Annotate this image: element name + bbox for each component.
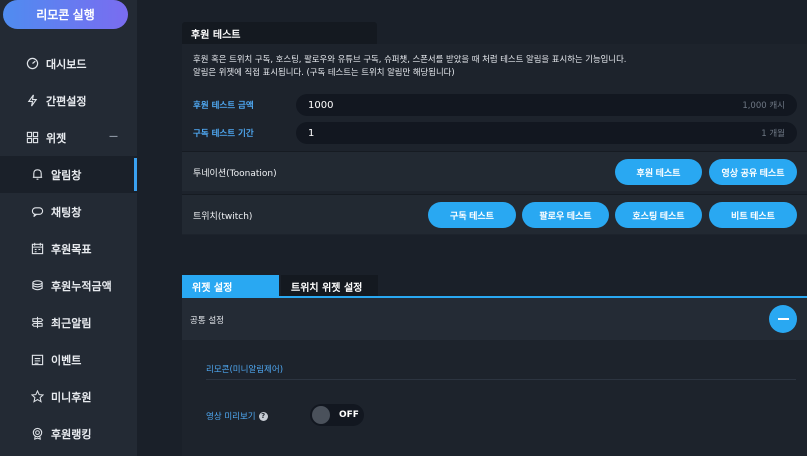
donation-test-panel: 후원 혹은 트위치 구독, 호스팅, 팔로우와 유튜브 구독, 슈퍼챗, 스폰서… <box>182 44 807 235</box>
subscribe-test-button[interactable]: 구독 테스트 <box>428 202 516 228</box>
sidebar-item-label: 알림창 <box>51 168 82 182</box>
toonation-row: 투네이션(Toonation) 후원 테스트 영상 공유 테스트 <box>182 151 807 191</box>
signpost-icon <box>30 316 44 330</box>
medal-icon <box>30 427 44 441</box>
sidebar-item-label: 후원목표 <box>51 242 92 256</box>
video-preview-label-text: 영상 미리보기 <box>206 412 256 422</box>
description-line-2: 알림은 위젯에 직접 표시됩니다. (구독 테스트는 트위치 알림만 해당됩니다… <box>193 67 455 77</box>
period-row: 구독 테스트 기간 1 1 개월 <box>182 119 807 147</box>
donation-test-description: 후원 혹은 트위치 구독, 호스팅, 팔로우와 유튜브 구독, 슈퍼챗, 스폰서… <box>193 53 626 79</box>
period-value[interactable]: 1 <box>308 128 761 139</box>
sidebar-item-label: 최근알림 <box>51 316 92 330</box>
sidebar-item-label: 미니후원 <box>51 390 92 404</box>
sidebar-item-label: 후원누적금액 <box>51 279 112 293</box>
sidebar-item-label: 대시보드 <box>46 57 87 71</box>
video-preview-label: 영상 미리보기 ? <box>206 410 268 422</box>
common-settings-header[interactable]: 공통 설정 <box>182 298 807 340</box>
amount-input[interactable]: 1000 1,000 캐시 <box>296 94 797 116</box>
sidebar-item-donation-goal[interactable]: 후원목표 <box>0 230 137 267</box>
bits-test-button[interactable]: 비트 테스트 <box>709 202 797 228</box>
video-share-test-button[interactable]: 영상 공유 테스트 <box>709 159 797 185</box>
donation-test-title: 후원 테스트 <box>182 22 377 44</box>
dashboard-icon <box>25 57 39 71</box>
period-label: 구독 테스트 기간 <box>193 129 254 139</box>
description-line-1: 후원 혹은 트위치 구독, 호스팅, 팔로우와 유튜브 구독, 슈퍼챗, 스폰서… <box>193 54 627 64</box>
sidebar-item-donation-ranking[interactable]: 후원랭킹 <box>0 415 137 452</box>
sidebar-item-mini-donation[interactable]: 미니후원 <box>0 378 137 415</box>
video-preview-toggle[interactable]: OFF <box>310 404 364 426</box>
sidebar-item-label: 채팅창 <box>51 205 82 219</box>
main-content: 후원 테스트 후원 혹은 트위치 구독, 호스팅, 팔로우와 유튜브 구독, 슈… <box>137 0 807 456</box>
help-icon[interactable]: ? <box>258 411 268 421</box>
sidebar-item-label: 이벤트 <box>51 353 82 367</box>
star-icon <box>30 390 44 404</box>
collapse-icon[interactable]: — <box>109 132 118 142</box>
sidebar-item-donation-total[interactable]: 후원누적금액 <box>0 267 137 304</box>
bell-icon <box>30 168 44 182</box>
sidebar-item-event[interactable]: 이벤트 <box>0 341 137 378</box>
amount-unit: 1,000 캐시 <box>742 101 785 111</box>
remote-subsection-title: 리모콘(미니알림제어) <box>206 365 284 375</box>
toggle-knob <box>312 406 330 424</box>
minus-icon <box>777 318 789 320</box>
sidebar-item-recent-alerts[interactable]: 최근알림 <box>0 304 137 341</box>
follow-test-button[interactable]: 팔로우 테스트 <box>522 202 609 228</box>
lightning-icon <box>25 94 39 108</box>
sidebar-item-label: 위젯 <box>46 131 67 145</box>
sidebar-item-alert[interactable]: 알림창 <box>0 156 137 193</box>
coins-icon <box>30 279 44 293</box>
toggle-state: OFF <box>339 410 359 420</box>
twitch-row: 트위치(twitch) 구독 테스트 팔로우 테스트 호스팅 테스트 비트 테스… <box>182 194 807 234</box>
calendar-icon <box>30 242 44 256</box>
sidebar-item-label: 간편설정 <box>46 94 87 108</box>
tab-twitch-widget-settings[interactable]: 트위치 위젯 설정 <box>281 275 378 297</box>
amount-value[interactable]: 1000 <box>308 100 742 111</box>
sidebar-nav: 대시보드 간편설정 위젯 — 알림창 채팅창 후원목표 후원누적금액 최근알림 … <box>0 45 137 452</box>
amount-row: 후원 테스트 금액 1000 1,000 캐시 <box>182 91 807 119</box>
sidebar-item-chat[interactable]: 채팅창 <box>0 193 137 230</box>
remote-run-button[interactable]: 리모콘 실행 <box>3 0 128 29</box>
common-settings-body: 리모콘(미니알림제어) 영상 미리보기 ? OFF <box>182 340 807 456</box>
sidebar-item-dashboard[interactable]: 대시보드 <box>0 45 137 82</box>
period-unit: 1 개월 <box>761 129 785 139</box>
chat-icon <box>30 205 44 219</box>
tab-widget-settings[interactable]: 위젯 설정 <box>182 275 279 297</box>
event-icon <box>30 353 44 367</box>
twitch-label: 트위치(twitch) <box>193 212 253 222</box>
toonation-donation-test-button[interactable]: 후원 테스트 <box>615 159 702 185</box>
widget-icon <box>25 131 39 145</box>
sidebar: 리모콘 실행 대시보드 간편설정 위젯 — 알림창 채팅창 후원목표 후원누적금… <box>0 0 137 456</box>
sidebar-item-widget[interactable]: 위젯 — <box>0 119 137 156</box>
common-settings-title: 공통 설정 <box>190 316 224 326</box>
toonation-label: 투네이션(Toonation) <box>193 169 277 179</box>
sidebar-item-quick-setup[interactable]: 간편설정 <box>0 82 137 119</box>
amount-label: 후원 테스트 금액 <box>193 101 254 111</box>
period-input[interactable]: 1 1 개월 <box>296 122 797 144</box>
divider <box>206 379 796 380</box>
hosting-test-button[interactable]: 호스팅 테스트 <box>615 202 702 228</box>
widget-settings-tabs: 위젯 설정 트위치 위젯 설정 <box>182 275 378 297</box>
sidebar-item-label: 후원랭킹 <box>51 427 92 441</box>
collapse-button[interactable] <box>769 305 797 333</box>
